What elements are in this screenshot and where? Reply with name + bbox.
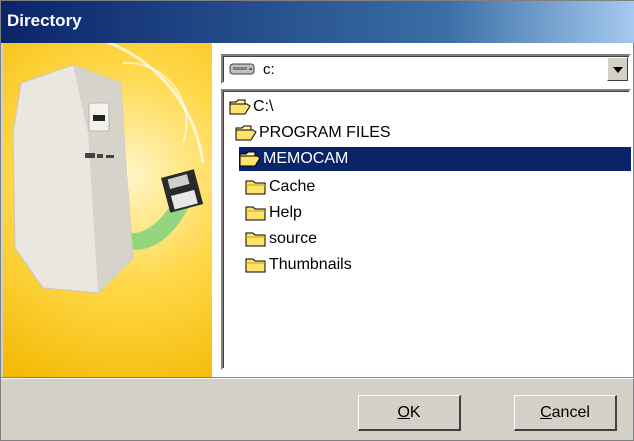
ok-mnemonic: O	[397, 403, 410, 421]
open-folder-icon	[235, 125, 257, 141]
tree-item-label: C:\	[253, 98, 274, 115]
folder-icon	[245, 206, 266, 221]
tree-item-label: Help	[269, 204, 302, 221]
directory-dialog: Directory c: C:\ PROGRAM FILES MEMOCAM C…	[0, 0, 634, 441]
tree-item-selected[interactable]: MEMOCAM	[239, 147, 631, 171]
button-bar-divider	[1, 377, 634, 379]
title-bar[interactable]: Directory	[1, 1, 634, 43]
tree-item[interactable]: source	[245, 227, 317, 251]
tree-item-label: Cache	[269, 178, 316, 195]
tree-item-label: PROGRAM FILES	[259, 124, 391, 141]
cancel-mnemonic: C	[540, 403, 552, 421]
cancel-label-rest: ancel	[551, 403, 590, 421]
cancel-button[interactable]: Cancel	[514, 395, 617, 431]
drive-label: c:	[263, 61, 275, 78]
tree-item[interactable]: Help	[245, 201, 302, 225]
drive-dropdown[interactable]: c:	[221, 54, 631, 84]
tree-item-label: MEMOCAM	[263, 150, 349, 167]
folder-icon	[245, 258, 266, 273]
folder-icon	[245, 180, 266, 195]
hard-drive-icon	[229, 63, 255, 75]
product-illustration	[3, 43, 212, 377]
chevron-down-icon	[613, 67, 623, 73]
tree-item[interactable]: Cache	[245, 175, 315, 199]
open-folder-icon	[229, 99, 251, 115]
folder-tree[interactable]: C:\ PROGRAM FILES MEMOCAM Cache Help sou…	[221, 89, 631, 370]
dropdown-arrow-button[interactable]	[607, 57, 628, 81]
tree-item[interactable]: Thumbnails	[245, 253, 352, 277]
ok-button[interactable]: OK	[358, 395, 461, 431]
open-folder-icon	[239, 151, 261, 167]
window-title: Directory	[7, 11, 82, 30]
tree-item-label: Thumbnails	[269, 256, 352, 273]
tree-item[interactable]: PROGRAM FILES	[235, 121, 391, 145]
folder-icon	[245, 232, 266, 247]
tree-item-label: source	[269, 230, 318, 247]
ok-label-rest: K	[409, 403, 421, 421]
tree-item[interactable]: C:\	[229, 95, 273, 119]
